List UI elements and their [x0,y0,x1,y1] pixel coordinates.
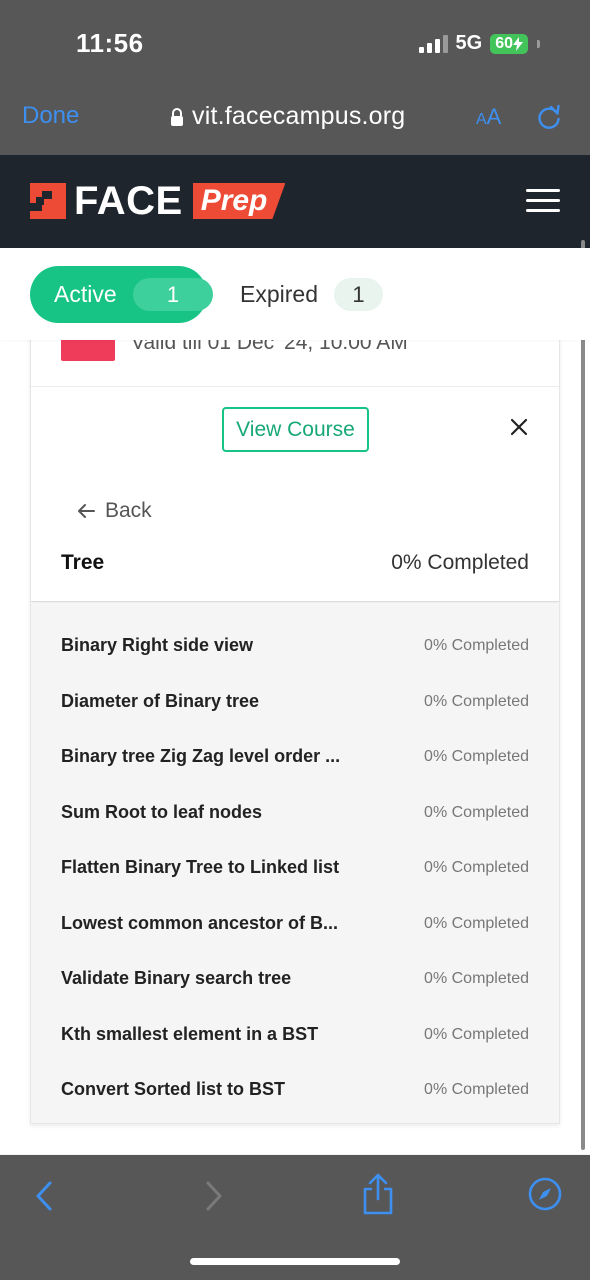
back-link[interactable]: Back [77,499,152,523]
topic-name: Lowest common ancestor of B... [61,912,339,933]
url-text: vit.facecampus.org [192,102,406,130]
list-item[interactable]: Validate Binary search tree 0% Completed [31,954,559,1010]
topic-name: Flatten Binary Tree to Linked list [61,857,340,877]
course-tabs: Active 1 Expired 1 [0,248,590,340]
signal-icon [418,34,448,53]
list-item[interactable]: Convert Sorted list to BST 0% Completed [31,1065,559,1121]
aa-big: A [486,104,502,129]
hamburger-menu-icon[interactable] [526,189,560,213]
share-icon[interactable] [362,1173,394,1215]
reload-icon[interactable] [536,104,562,130]
forward-chevron-icon[interactable] [200,1179,228,1213]
validity-badge [61,339,115,361]
text-size-button[interactable]: AA [476,104,501,130]
topic-progress: 0% Completed [424,1025,529,1043]
tab-active[interactable]: Active 1 [30,266,213,323]
topic-name: Kth smallest element in a BST [61,1023,319,1044]
tab-expired[interactable]: Expired 1 [240,266,383,323]
topic-name: Binary tree Zig Zag level order ... [61,746,341,766]
topic-list: Binary Right side view 0% Completed Diame… [31,605,559,1123]
view-course-button[interactable]: View Course [222,407,369,452]
browser-chrome: 11:56 5G 60 Done vit.facecampus.org AA [0,0,590,155]
topic-name: Sum Root to leaf nodes [61,801,263,822]
network-label: 5G [455,32,483,54]
page-scrollbar[interactable] [581,240,585,1150]
battery-level: 60 [495,34,513,52]
tab-expired-count: 1 [333,278,383,311]
battery-cap [537,39,540,48]
topic-progress: 0% Completed [424,859,529,876]
topic-progress: 0% Completed [424,748,529,765]
back-chevron-icon[interactable] [30,1179,58,1213]
url-bar: Done vit.facecampus.org AA [0,92,590,144]
face-prep-logo[interactable]: FACE Prep [30,179,286,223]
list-item[interactable]: Flatten Binary Tree to Linked list 0% Com… [31,843,559,899]
topic-name: Convert Sorted list to BST [61,1079,286,1099]
back-label: Back [105,499,152,522]
topic-progress: 0% Completed [424,803,529,821]
close-icon[interactable] [509,417,529,437]
topic-progress: 0% Completed [424,914,529,932]
topic-progress: 0% Completed [424,970,529,987]
topic-name: Validate Binary search tree [61,968,292,988]
page-content: Active 1 Expired 1 Valid till 01 Dec '24… [0,248,590,1154]
list-item[interactable]: Diameter of Binary tree 0% Completed [31,677,559,733]
tab-active-count: 1 [133,278,213,311]
lock-icon [171,107,183,126]
section-title: Tree [61,551,105,574]
section-header: Tree 0% Completed [31,539,559,602]
topic-progress: 0% Completed [424,637,529,654]
topic-progress: 0% Completed [424,692,529,710]
logo-face-text: FACE [74,179,183,223]
logo-prep-text: Prep [192,183,286,219]
address-field[interactable]: vit.facecampus.org [170,102,405,131]
arrow-left-icon [78,504,95,518]
list-item[interactable]: Sum Root to leaf nodes 0% Completed [31,788,559,844]
list-item[interactable]: Kth smallest element in a BST 0% Complete… [31,1010,559,1066]
home-indicator [190,1258,400,1265]
charging-bolt-icon [513,36,523,51]
list-item[interactable]: Binary tree Zig Zag level order ... 0% Co… [31,732,559,788]
list-item[interactable]: Lowest common ancestor of B... 0% Complet… [31,899,559,955]
battery-icon: 60 [490,33,528,54]
status-indicators: 5G 60 [418,32,540,55]
logo-mark-icon [30,183,66,219]
aa-small: A [476,111,487,128]
course-card: Valid till 01 Dec '24, 10:00 AM View Cou… [30,308,560,1124]
topic-name: Binary Right side view [61,635,254,655]
topic-progress: 0% Completed [424,1081,529,1098]
site-header: FACE Prep [0,155,590,248]
list-item[interactable]: Binary Right side view 0% Completed [31,621,559,677]
compass-icon[interactable] [528,1177,562,1211]
tab-expired-label: Expired [240,281,318,307]
done-button[interactable]: Done [22,102,79,130]
browser-toolbar [0,1155,590,1280]
status-time: 11:56 [76,28,144,58]
topic-name: Diameter of Binary tree [61,690,260,711]
section-progress: 0% Completed [391,551,529,574]
tab-active-label: Active [54,281,117,307]
